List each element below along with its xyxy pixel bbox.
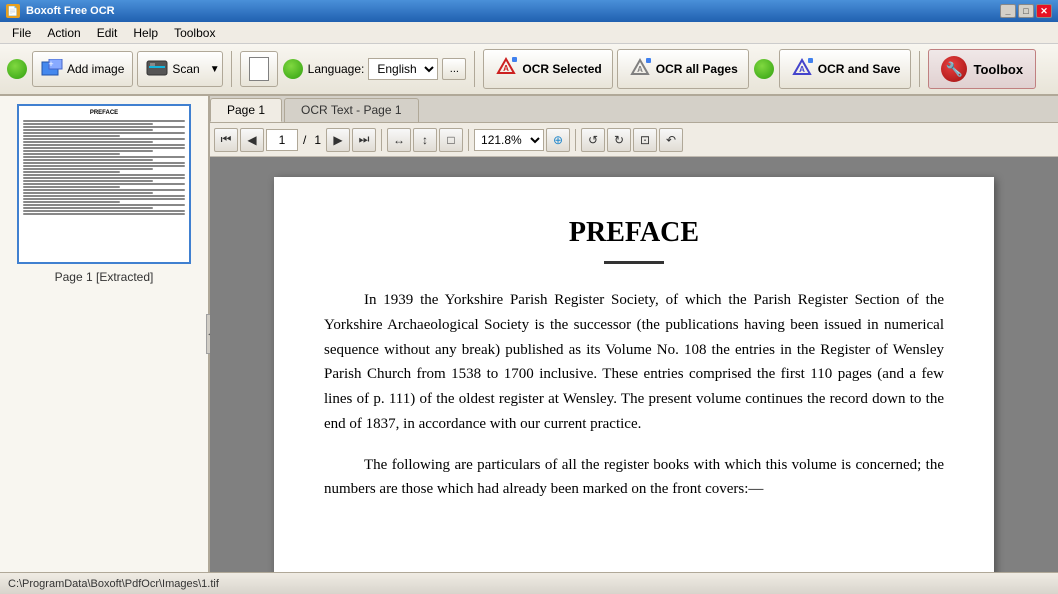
green-status-icon-2	[283, 59, 303, 79]
toolbox-icon: 🔧	[941, 56, 967, 82]
view-sep-3	[575, 129, 576, 151]
app-icon: 📄	[6, 4, 20, 18]
scan-dropdown-button[interactable]: ▼	[208, 51, 223, 87]
prev-page-button[interactable]: ◀	[240, 128, 264, 152]
status-icon-3	[753, 58, 775, 80]
titlebar-left: 📄 Boxoft Free OCR	[6, 4, 115, 18]
paragraph-2: The following are particulars of all the…	[324, 453, 944, 503]
app-title: Boxoft Free OCR	[26, 5, 115, 17]
language-select[interactable]: English	[368, 58, 438, 80]
first-page-button[interactable]: ⏮	[214, 128, 238, 152]
toolbar: + Add image Scan ▼ Language: E	[0, 44, 1058, 96]
rotate-cw-button[interactable]: ↻	[607, 128, 631, 152]
separator-1	[231, 51, 232, 87]
svg-text:A: A	[799, 65, 805, 74]
minimize-button[interactable]: _	[1000, 4, 1016, 18]
left-panel: PREFACE	[0, 96, 210, 572]
document-page: PREFACE In 1939 the Yorkshire Parish Reg…	[274, 177, 994, 572]
separator-3	[919, 51, 920, 87]
close-button[interactable]: ✕	[1036, 4, 1052, 18]
ocr-all-pages-label: OCR all Pages	[656, 62, 738, 76]
ocr-all-icon: A	[628, 56, 652, 83]
thumb-title: PREFACE	[90, 110, 118, 116]
menu-file[interactable]: File	[4, 24, 39, 42]
crop-button[interactable]: ⊡	[633, 128, 657, 152]
scan-icon	[146, 58, 168, 80]
language-label: Language:	[308, 62, 365, 76]
document-area[interactable]: PREFACE In 1939 the Yorkshire Parish Reg…	[210, 157, 1058, 572]
fit-height-button[interactable]: ↕	[413, 128, 437, 152]
menu-action[interactable]: Action	[39, 24, 88, 42]
main-area: PREFACE	[0, 96, 1058, 572]
document-title: PREFACE	[324, 217, 944, 249]
extra-button[interactable]: ↶	[659, 128, 683, 152]
language-settings-button[interactable]: ...	[442, 58, 466, 80]
last-page-button[interactable]: ⏭	[352, 128, 376, 152]
page-sep: /	[300, 133, 309, 147]
tab-page1[interactable]: Page 1	[210, 98, 282, 122]
blank-page-button[interactable]	[240, 51, 278, 87]
scan-button[interactable]: Scan	[137, 51, 207, 87]
page-label: Page 1 [Extracted]	[55, 270, 154, 284]
view-sep-1	[381, 129, 382, 151]
ocr-selected-label: OCR Selected	[522, 62, 601, 76]
ocr-selected-icon: A	[494, 55, 518, 84]
scan-button-group[interactable]: Scan ▼	[137, 51, 222, 87]
ocr-selected-button[interactable]: A OCR Selected	[483, 49, 612, 89]
ocr-all-pages-button[interactable]: A OCR all Pages	[617, 49, 749, 89]
scan-label: Scan	[172, 62, 199, 76]
titlebar-controls[interactable]: _ □ ✕	[1000, 4, 1052, 18]
maximize-button[interactable]: □	[1018, 4, 1034, 18]
svg-text:+: +	[48, 59, 53, 69]
status-icon-2	[282, 58, 304, 80]
view-sep-2	[468, 129, 469, 151]
ocr-save-label: OCR and Save	[818, 62, 901, 76]
ocr-save-button[interactable]: A OCR and Save	[779, 49, 912, 89]
fit-width-button[interactable]: ↔	[387, 128, 411, 152]
ocr-save-icon: A	[790, 56, 814, 83]
page-thumbnail: PREFACE	[17, 104, 191, 264]
toolbox-label: Toolbox	[973, 62, 1023, 77]
thumb-content	[23, 119, 185, 216]
status-path: C:\ProgramData\Boxoft\PdfOcr\Images\1.ti…	[8, 578, 219, 590]
right-area: Page 1 OCR Text - Page 1 ⏮ ◀ / 1 ▶ ⏭ ↔ ↕…	[210, 96, 1058, 572]
menu-edit[interactable]: Edit	[89, 24, 126, 42]
menu-help[interactable]: Help	[125, 24, 166, 42]
green-status-icon	[7, 59, 27, 79]
zoom-icon-button[interactable]: ⊕	[546, 128, 570, 152]
page-number-input[interactable]	[266, 129, 298, 151]
statusbar: C:\ProgramData\Boxoft\PdfOcr\Images\1.ti…	[0, 572, 1058, 594]
language-section: Language: English ...	[308, 58, 467, 80]
rotate-ccw-button[interactable]: ↺	[581, 128, 605, 152]
page-total: 1	[311, 133, 324, 147]
tabs: Page 1 OCR Text - Page 1	[210, 96, 1058, 123]
toolbox-button[interactable]: 🔧 Toolbox	[928, 49, 1036, 89]
view-toolbar: ⏮ ◀ / 1 ▶ ⏭ ↔ ↕ □ 121.8% 100% 75% 150% ⊕…	[210, 123, 1058, 157]
zoom-select[interactable]: 121.8% 100% 75% 150%	[474, 129, 544, 151]
separator-2	[474, 51, 475, 87]
paragraph-1: In 1939 the Yorkshire Parish Register So…	[324, 288, 944, 437]
add-image-icon: +	[41, 58, 63, 80]
titlebar: 📄 Boxoft Free OCR _ □ ✕	[0, 0, 1058, 22]
svg-text:A: A	[637, 65, 643, 74]
next-page-button[interactable]: ▶	[326, 128, 350, 152]
svg-text:A: A	[503, 64, 509, 73]
actual-size-button[interactable]: □	[439, 128, 463, 152]
title-rule	[604, 261, 664, 264]
add-image-label: Add image	[67, 62, 124, 76]
green-status-icon-3	[754, 59, 774, 79]
status-icon	[6, 58, 28, 80]
menubar: File Action Edit Help Toolbox	[0, 22, 1058, 44]
add-image-button[interactable]: + Add image	[32, 51, 133, 87]
blank-page-icon	[249, 57, 269, 81]
tab-ocr-text[interactable]: OCR Text - Page 1	[284, 98, 419, 122]
menu-toolbox[interactable]: Toolbox	[166, 24, 223, 42]
